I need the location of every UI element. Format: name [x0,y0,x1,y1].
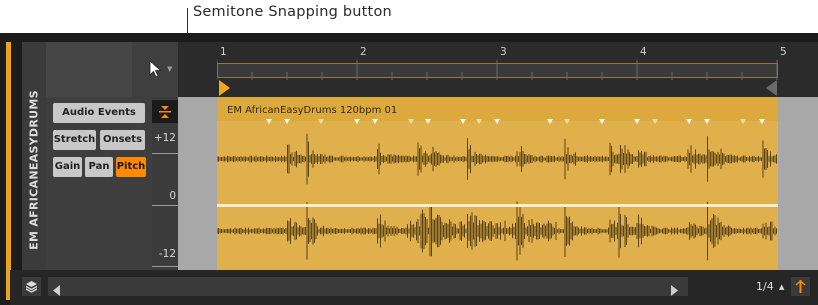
pan-button[interactable]: Pan [85,157,113,177]
timeline-background [778,97,818,270]
layers-icon [25,281,38,293]
scroll-left-icon[interactable] [53,281,61,300]
scale-tick [152,153,178,154]
timeline-background [178,97,217,270]
track-name: EM AFRICANEASYDRUMS [27,90,41,250]
pitch-button[interactable]: Pitch [116,157,146,177]
chevron-down-icon[interactable]: ▼ [167,65,172,73]
bar-number: 5 [780,46,787,58]
snap-to-grid-icon [795,280,806,293]
waveform-channel [217,201,777,261]
scale-label-bottom: -12 [158,248,176,260]
scale-tick [152,205,178,206]
audio-waveform [217,133,777,261]
bar-number: 1 [220,46,227,58]
waveform-channel [217,133,777,185]
scale-tick [152,266,178,267]
onsets-button[interactable]: Onsets [100,130,145,150]
stretch-button[interactable]: Stretch [53,130,96,150]
bar-number: 2 [360,46,367,58]
grid-resolution-value[interactable]: 1/4 [756,280,774,293]
horizontal-scrollbar[interactable] [48,277,688,296]
annotation-label: Semitone Snapping button [193,4,392,20]
scale-label-top: +12 [153,132,176,144]
layers-toggle-button[interactable] [22,277,41,296]
gain-button[interactable]: Gain [53,157,82,177]
ruler-ticks [217,60,778,80]
track-color-strip [6,42,11,300]
scale-label-zero: 0 [169,190,176,202]
chevron-up-icon[interactable]: ▲ [779,283,784,291]
channel-divider [217,204,778,207]
semitone-snapping-button[interactable] [152,100,178,123]
arrow-pointer-icon[interactable] [149,60,163,82]
grid-snap-button[interactable] [791,277,810,296]
semitone-snap-icon [159,106,171,118]
audio-clip-name: EM AfricanEasyDrums 120bpm 01 [227,105,398,116]
bar-number: 4 [640,46,647,58]
bar-number: 3 [500,46,507,58]
audio-events-button[interactable]: Audio Events [53,103,145,123]
scroll-right-icon[interactable] [670,281,678,300]
